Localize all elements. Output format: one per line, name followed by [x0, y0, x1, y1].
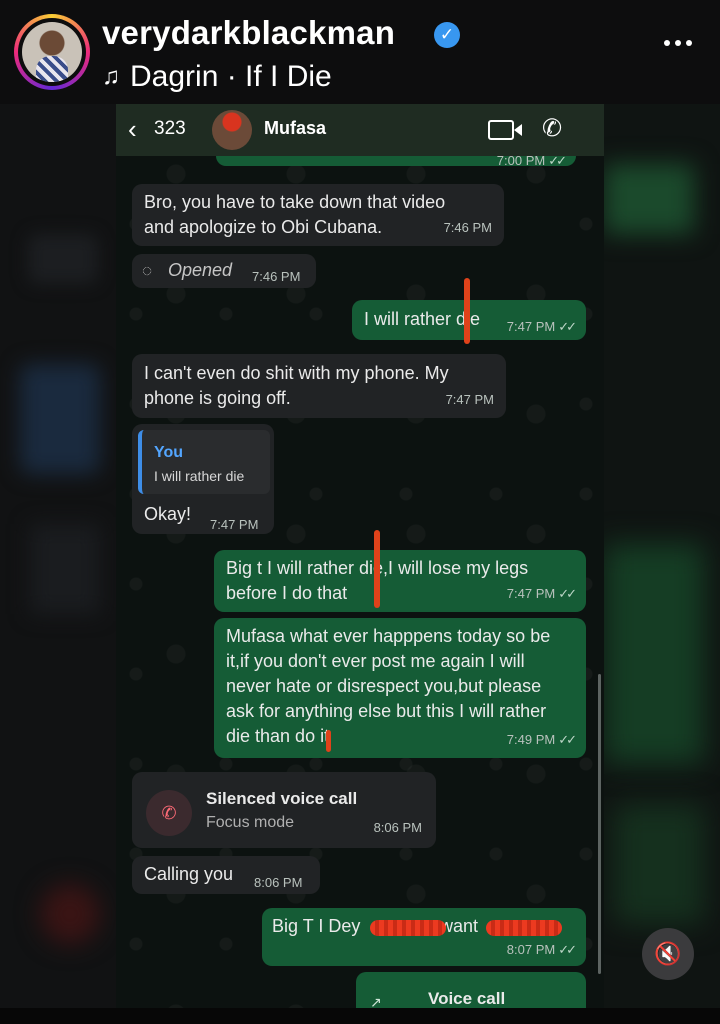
phone-icon[interactable]: ✆: [542, 114, 562, 143]
story-header: verydarkblackman ✓ ♫ Dagrin · If I Die: [0, 0, 720, 104]
message-bubble-in: I can't even do shit with my phone. My p…: [132, 354, 506, 418]
video-call-icon[interactable]: [488, 120, 514, 140]
opened-indicator: ◌ Opened 7:46 PM: [132, 254, 316, 288]
silenced-call-card[interactable]: ✆ Silenced voice call Focus mode 8:06 PM: [132, 772, 436, 848]
call-title: Voice call: [428, 989, 506, 1008]
more-options-icon[interactable]: [664, 40, 692, 46]
call-title: Silenced voice call: [206, 789, 358, 808]
message-bubble-out: Mufasa what ever happpens today so be it…: [214, 618, 586, 758]
redaction-mark: [464, 278, 470, 344]
quote-text: I will rather die: [154, 468, 245, 484]
message-time: 7:49 PM ✓✓: [506, 732, 577, 747]
call-icon: ↗: [370, 994, 382, 1008]
contact-name[interactable]: Mufasa: [264, 118, 326, 139]
chat-screenshot: ‹ 323 Mufasa ✆ 7:00 PM ✓✓ Bro, you have t…: [116, 104, 604, 1008]
message-time: 7:46 PM: [252, 269, 301, 284]
profile-avatar[interactable]: [14, 14, 90, 90]
music-note-icon: ♫: [102, 63, 120, 90]
blurred-background-right: [604, 104, 720, 1024]
message-bubble-in: Bro, you have to take down that video an…: [132, 184, 504, 246]
message-bubble-in-reply: You I will rather die Okay! 7:47 PM: [132, 424, 274, 534]
message-text: I can't even do shit with my phone. My p…: [144, 363, 449, 408]
quoted-message[interactable]: You I will rather die: [138, 430, 270, 494]
music-title: Dagrin · If I Die: [130, 60, 332, 93]
quote-author: You: [154, 444, 184, 461]
message-text: Bro, you have to take down that video an…: [144, 192, 446, 237]
opened-label: Opened: [168, 260, 233, 280]
scrollbar[interactable]: [598, 674, 601, 974]
contact-avatar[interactable]: [212, 110, 252, 150]
username[interactable]: verydarkblackman: [102, 14, 395, 52]
message-bubble-out: Big t I will rather die,I will lose my l…: [214, 530, 586, 612]
message-text: Calling you: [144, 864, 234, 884]
message-text: Okay!: [144, 504, 192, 524]
voice-call-card[interactable]: ↗ Voice call: [356, 972, 586, 1008]
message-bubble-out: Big T I Dey want 8:07 PM ✓✓: [262, 908, 586, 966]
message-time: 8:06 PM: [254, 875, 303, 890]
redaction-scribble: [370, 920, 446, 936]
music-info[interactable]: ♫ Dagrin · If I Die: [102, 60, 332, 94]
message-time: 7:47 PM: [445, 392, 494, 407]
opened-icon: ◌: [142, 261, 153, 280]
mute-icon[interactable]: 🔇: [642, 928, 694, 980]
blurred-background-left: [0, 104, 116, 1024]
message-time: 8:07 PM ✓✓: [506, 942, 577, 957]
redaction-mark: [326, 730, 331, 752]
message-time: 7:47 PM: [210, 517, 259, 532]
message-bubble-in: Calling you 8:06 PM: [132, 856, 320, 894]
bottom-bar: [0, 1008, 720, 1024]
message-time: 7:47 PM ✓✓: [506, 586, 577, 601]
message-time: 8:06 PM: [373, 820, 422, 835]
back-count[interactable]: 323: [154, 118, 186, 140]
redaction-mark: [374, 530, 380, 608]
message-time: 7:47 PM ✓✓: [506, 319, 577, 334]
message-bubble-out: I will rather die 7:47 PM ✓✓: [352, 278, 586, 344]
chat-header: ‹ 323 Mufasa ✆: [116, 104, 604, 156]
back-arrow-icon[interactable]: ‹: [128, 116, 137, 142]
call-subtitle: Focus mode: [206, 814, 295, 831]
message-text: Big T I Dey: [272, 916, 361, 936]
message-text: I will rather die: [364, 309, 481, 329]
missed-call-icon: ✆: [146, 790, 192, 836]
verified-badge-icon: ✓: [434, 22, 460, 48]
redaction-scribble: [486, 920, 562, 936]
message-time: 7:46 PM: [443, 220, 492, 235]
